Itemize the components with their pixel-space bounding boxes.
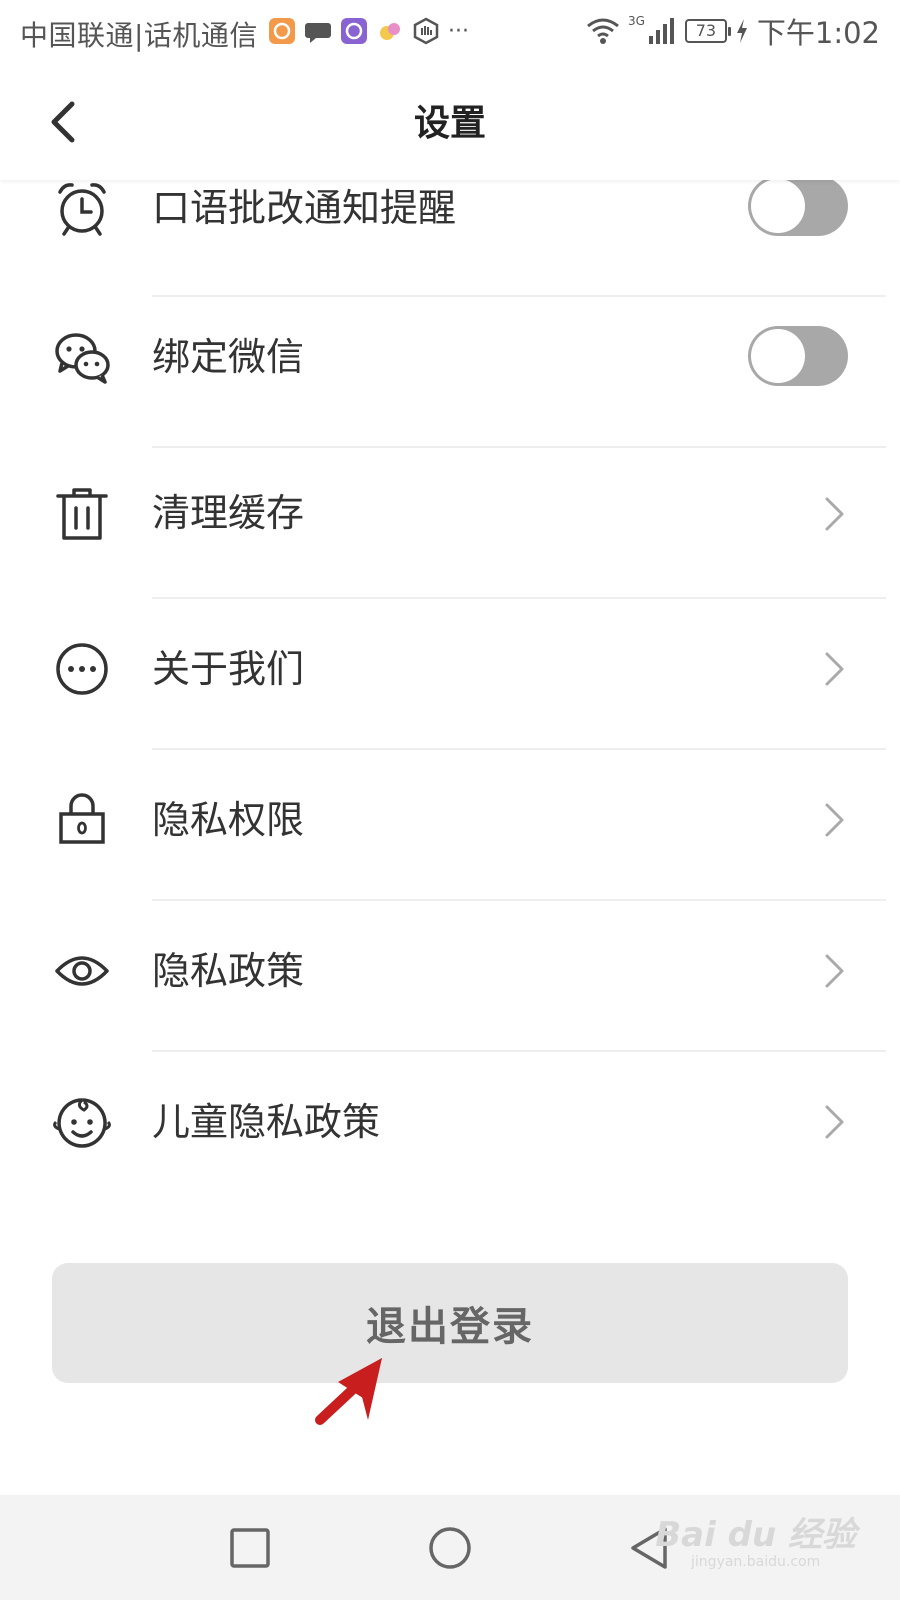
header: 设置 [0, 62, 900, 180]
settings-row-label: 隐私权限 [152, 798, 305, 842]
toggle-knob [751, 329, 805, 383]
chevron-right-icon [825, 1105, 844, 1139]
wechat-icon [55, 333, 110, 384]
baidu-watermark: Bai du 经验 jingyan.baidu.com [655, 1517, 856, 1571]
clock: 下午1:02 [756, 16, 880, 50]
home-button[interactable] [425, 1523, 475, 1573]
network-type: 3G [627, 14, 645, 28]
chevron-right-icon [825, 954, 844, 988]
status-indicators: 3G 73 下午1:02 [586, 12, 880, 50]
settings-row-privacy-permissions[interactable]: 隐私权限 [0, 750, 900, 901]
chevron-right-icon [825, 803, 844, 837]
signal-icon [648, 18, 674, 44]
child-face-icon [53, 1098, 111, 1148]
settings-row-label: 清理缓存 [152, 491, 305, 535]
carrier-name: 中国联通|话机通信 [20, 19, 258, 52]
settings-row-about-us[interactable]: 关于我们 [0, 599, 900, 750]
app-notification-icon [269, 18, 295, 44]
settings-row-privacy-policy[interactable]: 隐私政策 [0, 901, 900, 1052]
chevron-right-icon [825, 652, 844, 686]
game-app-icon [380, 23, 400, 40]
page-title: 设置 [413, 103, 486, 144]
settings-row-label: 绑定微信 [152, 335, 305, 379]
more-circle-icon [56, 643, 108, 695]
eye-icon [55, 956, 109, 986]
wifi-icon [587, 18, 619, 44]
settings-list: 口语批改通知提醒 绑定微信 清理缓存 关于我们 隐私权限 隐私政策 儿童隐私政策 [0, 180, 900, 1190]
settings-row-bind-wechat[interactable]: 绑定微信 [0, 297, 900, 448]
settings-row-label: 儿童隐私政策 [152, 1100, 381, 1144]
more-notifications-icon: ··· [448, 18, 469, 44]
settings-row-label: 口语批改通知提醒 [152, 186, 457, 230]
recent-apps-button[interactable] [225, 1523, 275, 1573]
watermark-logo: Bai du 经验 [655, 1515, 856, 1555]
charging-icon [736, 19, 747, 43]
annotation-arrow-icon [315, 1358, 382, 1425]
trash-icon [56, 488, 108, 540]
logout-button[interactable]: 退出登录 [52, 1263, 848, 1383]
bind-wechat-toggle[interactable] [748, 326, 848, 386]
notification-icons: ··· [268, 14, 469, 48]
alarm-clock-icon [58, 183, 106, 236]
chat-bubble-icon [305, 23, 331, 43]
watermark-url: jingyan.baidu.com [691, 1554, 821, 1570]
status-bar: 中国联通|话机通信 ··· 3G 73 下午1:02 [0, 0, 900, 62]
toggle-knob [751, 180, 805, 233]
system-navigation-bar: Bai du 经验 jingyan.baidu.com [0, 1495, 900, 1600]
settings-row-label: 隐私政策 [152, 949, 305, 993]
browser-icon [341, 18, 367, 44]
settings-row-label: 关于我们 [152, 647, 305, 691]
battery-icon: 73 [684, 19, 731, 43]
chevron-right-icon [825, 497, 844, 531]
hand-stop-icon [413, 17, 439, 45]
speaking-notification-toggle[interactable] [748, 180, 848, 236]
settings-row-speaking-notification[interactable]: 口语批改通知提醒 [0, 180, 900, 297]
settings-row-child-privacy-policy[interactable]: 儿童隐私政策 [0, 1052, 900, 1190]
settings-row-clear-cache[interactable]: 清理缓存 [0, 448, 900, 599]
lock-icon [59, 793, 105, 844]
